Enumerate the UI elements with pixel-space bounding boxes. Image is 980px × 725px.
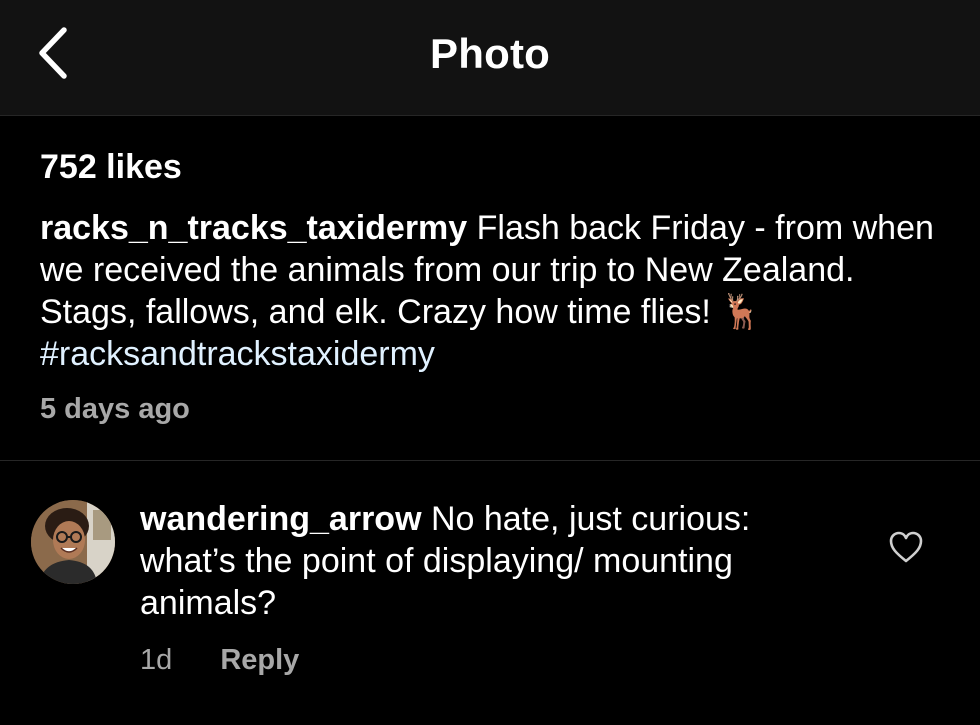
- commenter-avatar[interactable]: [31, 500, 115, 584]
- caption-username[interactable]: racks_n_tracks_taxidermy: [40, 209, 467, 247]
- deer-emoji-icon: 🦌: [720, 292, 763, 332]
- comment-username[interactable]: wandering_arrow: [140, 500, 422, 538]
- post-caption: racks_n_tracks_taxidermy Flash back Frid…: [40, 207, 960, 375]
- comment-meta: 1d Reply: [140, 644, 299, 677]
- likes-count[interactable]: 752 likes: [40, 148, 182, 187]
- heart-outline-icon: [889, 531, 923, 563]
- comment-time: 1d: [140, 644, 173, 676]
- top-navigation-bar: Photo: [0, 0, 980, 116]
- post-timestamp: 5 days ago: [40, 393, 190, 425]
- like-comment-button[interactable]: [888, 530, 924, 564]
- page-title: Photo: [430, 30, 550, 77]
- user-avatar-icon: [31, 500, 115, 584]
- comment-text: wandering_arrow No hate, just curious: w…: [140, 498, 840, 624]
- reply-button[interactable]: Reply: [220, 644, 299, 677]
- caption-hashtag[interactable]: #racksandtrackstaxidermy: [40, 335, 435, 373]
- divider: [0, 460, 980, 461]
